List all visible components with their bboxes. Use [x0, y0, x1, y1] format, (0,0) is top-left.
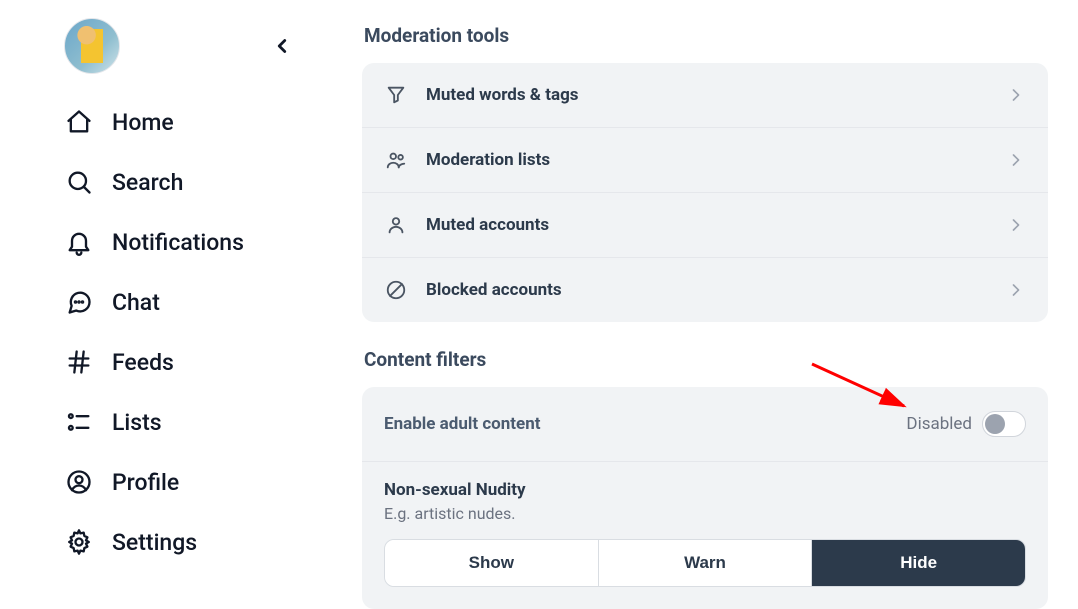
nav-lists[interactable]: Lists: [64, 394, 340, 450]
avatar[interactable]: [64, 18, 120, 74]
sidebar: Home Search Notifications Chat: [0, 0, 340, 593]
nav-settings[interactable]: Settings: [64, 514, 340, 570]
content-filters-card: Enable adult content Disabled Non-sexual…: [362, 387, 1048, 609]
filter-title: Non-sexual Nudity: [384, 480, 1026, 500]
bell-icon: [64, 227, 94, 257]
search-icon: [64, 167, 94, 197]
profile-row: [0, 12, 340, 88]
row-label: Blocked accounts: [426, 280, 562, 300]
blocked-icon: [384, 278, 408, 302]
chevron-right-icon: [1006, 280, 1026, 300]
nav-chat[interactable]: Chat: [64, 274, 340, 330]
row-muted-words[interactable]: Muted words & tags: [362, 63, 1048, 128]
back-button[interactable]: [266, 30, 298, 62]
filter-nonsexual-nudity: Non-sexual Nudity E.g. artistic nudes. S…: [362, 462, 1048, 609]
nav-label: Feeds: [112, 349, 174, 376]
filter-subtitle: E.g. artistic nudes.: [384, 504, 1026, 523]
filter-option-hide[interactable]: Hide: [812, 540, 1025, 586]
enable-adult-label: Enable adult content: [384, 414, 541, 434]
nav-home[interactable]: Home: [64, 94, 340, 150]
filter-segmented: Show Warn Hide: [384, 539, 1026, 587]
nav-label: Chat: [112, 289, 160, 316]
main: Moderation tools Muted words & tags: [340, 0, 1078, 593]
nav-label: Settings: [112, 529, 197, 556]
row-label: Muted accounts: [426, 215, 549, 235]
users-icon: [384, 148, 408, 172]
nav-label: Search: [112, 169, 183, 196]
nav-label: Notifications: [112, 229, 244, 256]
person-icon: [384, 213, 408, 237]
nav-feeds[interactable]: Feeds: [64, 334, 340, 390]
moderation-tools-title: Moderation tools: [364, 24, 1048, 47]
chevron-right-icon: [1006, 150, 1026, 170]
nav-notifications[interactable]: Notifications: [64, 214, 340, 270]
filter-option-warn[interactable]: Warn: [599, 540, 813, 586]
profile-icon: [64, 467, 94, 497]
nav-search[interactable]: Search: [64, 154, 340, 210]
list-icon: [64, 407, 94, 437]
filter-icon: [384, 83, 408, 107]
hash-icon: [64, 347, 94, 377]
row-moderation-lists[interactable]: Moderation lists: [362, 128, 1048, 193]
row-label: Moderation lists: [426, 150, 550, 170]
row-label: Muted words & tags: [426, 85, 579, 105]
nav-profile[interactable]: Profile: [64, 454, 340, 510]
chevron-left-icon: [271, 35, 293, 57]
content-filters-title: Content filters: [364, 348, 1048, 371]
adult-content-toggle[interactable]: [982, 411, 1026, 437]
gear-icon: [64, 527, 94, 557]
filter-option-show[interactable]: Show: [385, 540, 599, 586]
nav-label: Profile: [112, 469, 179, 496]
row-blocked-accounts[interactable]: Blocked accounts: [362, 258, 1048, 322]
moderation-card: Muted words & tags Moderation lists: [362, 63, 1048, 322]
chat-icon: [64, 287, 94, 317]
home-icon: [64, 107, 94, 137]
chevron-right-icon: [1006, 215, 1026, 235]
nav: Home Search Notifications Chat: [0, 88, 340, 570]
row-muted-accounts[interactable]: Muted accounts: [362, 193, 1048, 258]
enable-adult-row: Enable adult content Disabled: [362, 387, 1048, 462]
nav-label: Home: [112, 109, 174, 136]
chevron-right-icon: [1006, 85, 1026, 105]
enable-adult-state: Disabled: [906, 414, 972, 434]
nav-label: Lists: [112, 409, 162, 436]
